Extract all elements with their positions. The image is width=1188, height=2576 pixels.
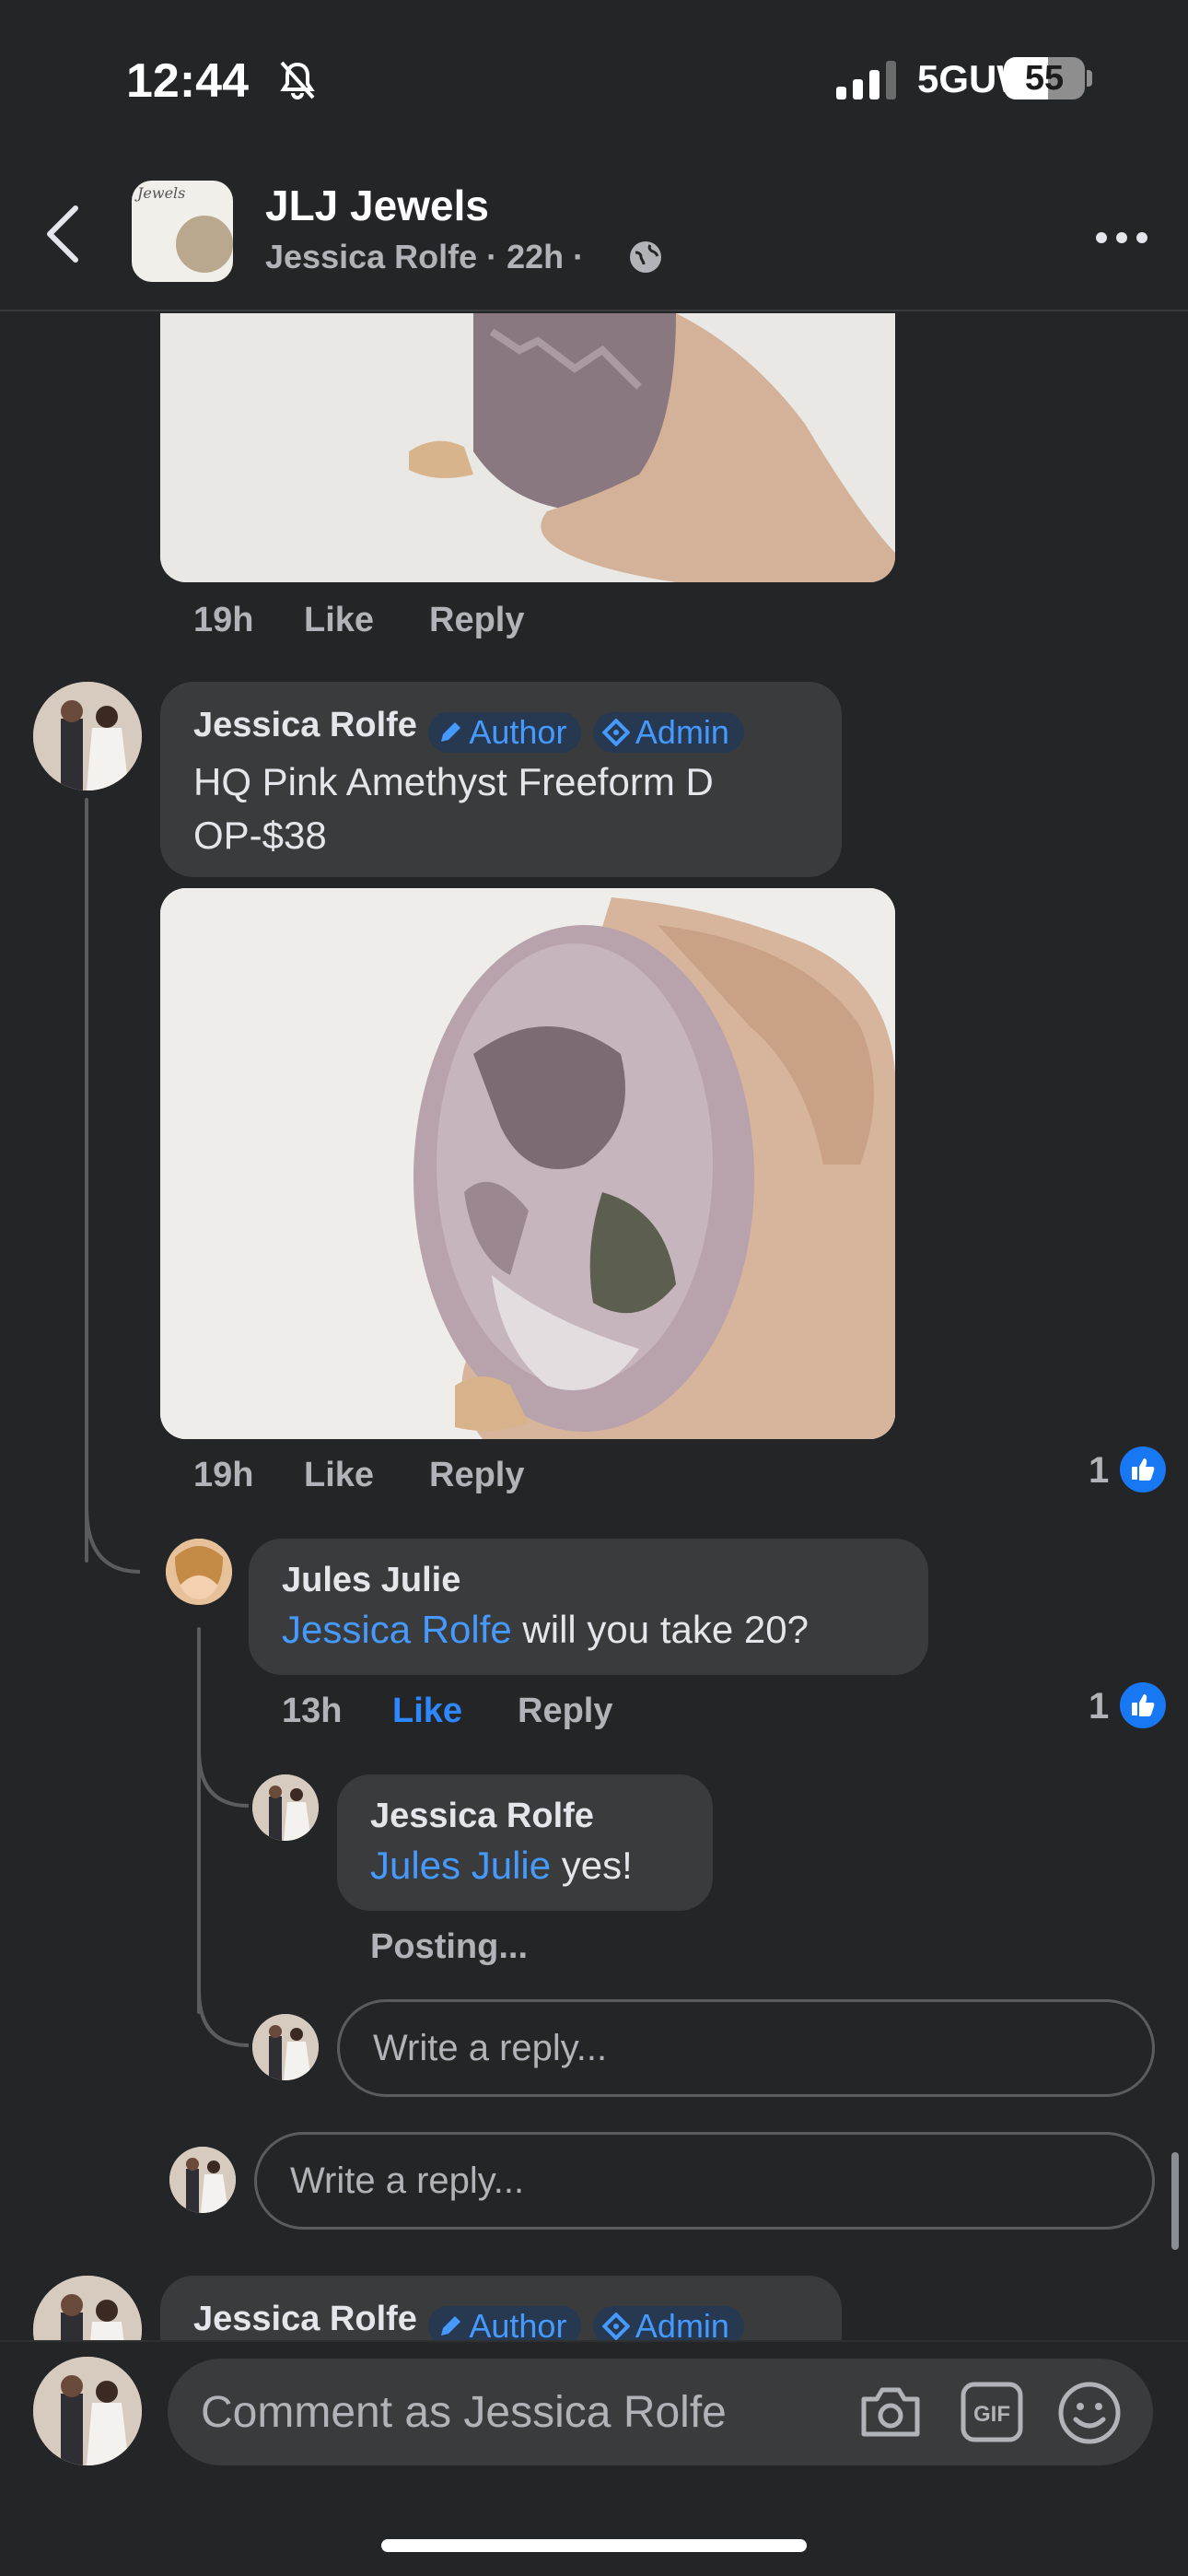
reply-author[interactable]: Jules Julie [282,1561,460,1600]
comment-author[interactable]: Jessica Rolfe [193,2300,417,2338]
posting-status: Posting... [370,1927,528,1966]
home-indicator [381,2539,807,2552]
mention-link[interactable]: Jules Julie [370,1844,551,1887]
svg-text:GIF: GIF [973,2402,1010,2427]
scrollbar[interactable] [1171,2152,1179,2250]
nested-thread-line [197,1627,201,2014]
thread-line [85,798,88,1563]
group-avatar[interactable]: Jewels [132,181,233,282]
commenter-avatar[interactable] [33,682,142,790]
status-time: 12:44 [126,54,249,108]
like-button[interactable]: Like [304,1456,374,1495]
reply-input-avatar [169,2147,236,2213]
post-subtitle: Jessica Rolfe · 22h · [265,238,585,275]
comment-photo-top[interactable] [160,313,895,582]
gif-icon[interactable]: GIF [960,2381,1024,2443]
reply-avatar[interactable] [252,1774,319,1841]
author-badge: Author [428,2305,582,2340]
reply-time: 13h [282,1692,343,1730]
composer-avatar [33,2357,142,2465]
comment-header: Jessica Rolfe Author Admin [193,2300,744,2340]
next-comment-clip: Jessica Rolfe Author Admin [0,2266,1188,2340]
mention-link[interactable]: Jessica Rolfe [282,1608,512,1651]
like-button[interactable]: Like [304,601,374,640]
group-title[interactable]: JLJ Jewels [265,181,489,230]
reply-button[interactable]: Reply [518,1692,612,1731]
nested-thread-connector [197,1751,250,1808]
like-reaction-icon [1120,1446,1166,1493]
commenter-avatar[interactable] [33,2276,142,2340]
comment-header: Jessica Rolfe Author Admin [193,706,744,753]
reply-text: Jessica Rolfe will you take 20? [282,1608,809,1651]
silent-bell-icon [280,61,315,100]
battery-cap [1087,70,1092,87]
signal-icon [836,61,896,100]
reply-text: Jules Julie yes! [370,1844,633,1887]
reply-avatar[interactable] [166,1539,232,1605]
reply-input-nested[interactable]: Write a reply... [337,1999,1155,2097]
comment-time: 19h [193,601,254,639]
reaction-count[interactable]: 1 [1089,1450,1109,1492]
camera-icon[interactable] [858,2384,923,2440]
author-badge: Author [428,711,582,753]
comment-author[interactable]: Jessica Rolfe [193,706,417,744]
comment-photo[interactable] [160,888,895,1439]
comment-text: HQ Pink Amethyst Freeform D OP-$38 [193,760,714,857]
like-reaction-icon [1120,1682,1166,1728]
battery-icon: 55 [1004,57,1085,100]
more-options-icon[interactable] [1094,228,1149,247]
admin-badge: Admin [592,2305,744,2340]
admin-badge: Admin [592,711,744,753]
reply-author[interactable]: Jessica Rolfe [370,1797,594,1836]
back-chevron-icon[interactable] [44,205,81,263]
emoji-icon[interactable] [1057,2381,1122,2445]
reply-input-thread[interactable]: Write a reply... [254,2132,1155,2230]
like-button-active[interactable]: Like [392,1692,462,1731]
globe-icon [630,241,661,273]
reply-button[interactable]: Reply [429,601,524,640]
reaction-count[interactable]: 1 [1089,1686,1109,1727]
comment-time: 19h [193,1456,254,1494]
reply-button[interactable]: Reply [429,1456,524,1495]
thread-connector [85,1507,141,1574]
nested-thread-connector [197,1990,250,2047]
reply-input-avatar [252,2014,319,2080]
